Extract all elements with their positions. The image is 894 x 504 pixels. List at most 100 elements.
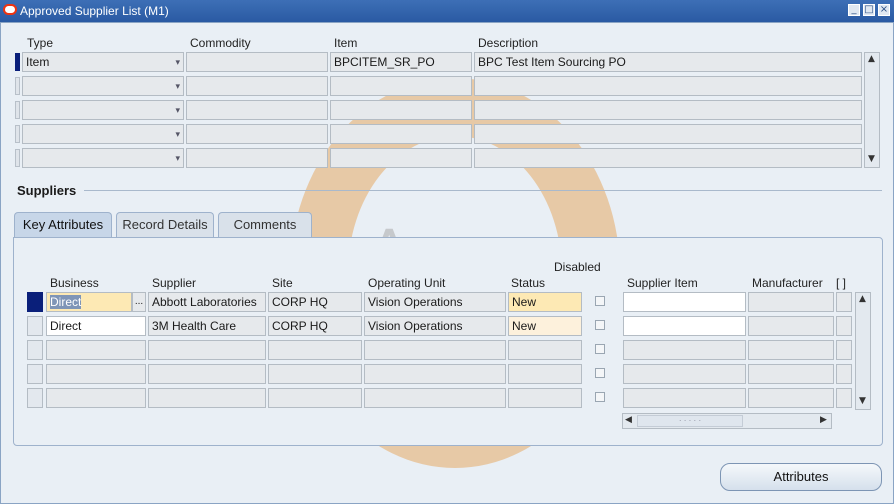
status-field[interactable]	[508, 340, 582, 360]
record-indicator[interactable]	[15, 77, 20, 95]
record-indicator[interactable]	[15, 125, 20, 143]
supplier-item-field[interactable]	[623, 388, 746, 408]
status-field[interactable]: New	[508, 316, 582, 336]
operating-unit-field[interactable]: Vision Operations	[364, 316, 506, 336]
commodity-field[interactable]	[186, 76, 328, 96]
manufacturer-field[interactable]	[748, 292, 834, 312]
scroll-down-arrow-icon[interactable]: ▼	[868, 154, 875, 164]
commodity-field[interactable]	[186, 52, 328, 72]
col-header-supplier: Supplier	[152, 276, 197, 290]
manufacturer-field[interactable]	[748, 340, 834, 360]
col-header-supplier-item: Supplier Item	[627, 276, 698, 290]
supplier-field[interactable]	[148, 388, 266, 408]
folder-column-cell[interactable]	[836, 388, 852, 408]
status-field[interactable]	[508, 388, 582, 408]
suppliers-horizontal-scrollbar[interactable]: ◀ · · · · · ▶	[622, 413, 832, 429]
suppliers-section-title: Suppliers	[17, 183, 77, 198]
tab-comments[interactable]: Comments	[218, 212, 312, 238]
site-field[interactable]	[268, 388, 362, 408]
lov-button[interactable]: ...	[132, 292, 146, 312]
operating-unit-field[interactable]	[364, 364, 506, 384]
disabled-checkbox[interactable]	[595, 368, 605, 378]
site-field[interactable]	[268, 340, 362, 360]
header-vertical-scrollbar[interactable]: ▲ ▼	[864, 52, 880, 168]
business-field[interactable]: Direct	[46, 292, 132, 312]
supplier-item-field[interactable]	[623, 316, 746, 336]
site-field[interactable]	[268, 364, 362, 384]
scroll-thumb[interactable]: · · · · ·	[637, 415, 743, 427]
supplier-item-field[interactable]	[623, 340, 746, 360]
item-field[interactable]: BPCITEM_SR_PO	[330, 52, 472, 72]
status-field[interactable]	[508, 364, 582, 384]
business-field[interactable]: Direct	[46, 316, 146, 336]
business-field[interactable]	[46, 340, 146, 360]
item-field[interactable]	[330, 148, 472, 168]
manufacturer-field[interactable]	[748, 388, 834, 408]
site-field[interactable]: CORP HQ	[268, 316, 362, 336]
disabled-checkbox[interactable]	[595, 296, 605, 306]
scroll-up-arrow-icon[interactable]: ▲	[859, 294, 866, 304]
description-field[interactable]: BPC Test Item Sourcing PO	[474, 52, 862, 72]
folder-tools-icon[interactable]: [ ]	[836, 276, 846, 290]
folder-column-cell[interactable]	[836, 292, 852, 312]
supplier-field[interactable]: Abbott Laboratories	[148, 292, 266, 312]
row-selector[interactable]	[27, 316, 43, 336]
description-field[interactable]	[474, 76, 862, 96]
type-combo[interactable]	[22, 100, 184, 120]
type-combo[interactable]	[22, 76, 184, 96]
folder-column-cell[interactable]	[836, 364, 852, 384]
business-field[interactable]	[46, 388, 146, 408]
disabled-checkbox[interactable]	[595, 392, 605, 402]
operating-unit-field[interactable]	[364, 388, 506, 408]
suppliers-vertical-scrollbar[interactable]: ▲ ▼	[855, 292, 871, 410]
commodity-field[interactable]	[186, 124, 328, 144]
site-field[interactable]: CORP HQ	[268, 292, 362, 312]
row-selector[interactable]	[27, 364, 43, 384]
attributes-button[interactable]: Attributes	[720, 463, 882, 491]
type-combo[interactable]	[22, 124, 184, 144]
minimize-button[interactable]: _	[848, 4, 860, 16]
record-indicator[interactable]	[15, 53, 20, 71]
business-field[interactable]	[46, 364, 146, 384]
commodity-field[interactable]	[186, 100, 328, 120]
folder-column-cell[interactable]	[836, 316, 852, 336]
scroll-down-arrow-icon[interactable]: ▼	[859, 396, 866, 406]
scroll-up-arrow-icon[interactable]: ▲	[868, 54, 875, 64]
scroll-left-arrow-icon[interactable]: ◀	[625, 415, 632, 425]
type-combo[interactable]	[22, 148, 184, 168]
operating-unit-field[interactable]	[364, 340, 506, 360]
row-selector[interactable]	[27, 388, 43, 408]
oracle-logo-icon	[3, 4, 17, 15]
operating-unit-field[interactable]: Vision Operations	[364, 292, 506, 312]
supplier-item-field[interactable]	[623, 364, 746, 384]
supplier-field[interactable]: 3M Health Care	[148, 316, 266, 336]
tab-record-details[interactable]: Record Details	[116, 212, 214, 238]
scroll-right-arrow-icon[interactable]: ▶	[820, 415, 827, 425]
close-button[interactable]: ×	[878, 4, 890, 16]
row-selector[interactable]	[27, 340, 43, 360]
supplier-item-field[interactable]	[623, 292, 746, 312]
type-combo[interactable]: Item	[22, 52, 184, 72]
tab-key-attributes[interactable]: Key Attributes	[14, 212, 112, 239]
disabled-checkbox[interactable]	[595, 344, 605, 354]
description-field[interactable]	[474, 148, 862, 168]
status-field[interactable]: New	[508, 292, 582, 312]
supplier-field[interactable]	[148, 340, 266, 360]
window-title: Approved Supplier List (M1)	[20, 4, 169, 18]
disabled-checkbox[interactable]	[595, 320, 605, 330]
manufacturer-field[interactable]	[748, 364, 834, 384]
item-field[interactable]	[330, 76, 472, 96]
row-selector[interactable]	[27, 292, 43, 312]
item-field[interactable]	[330, 124, 472, 144]
record-indicator[interactable]	[15, 149, 20, 167]
item-field[interactable]	[330, 100, 472, 120]
title-bar: Approved Supplier List (M1) _ □ ×	[0, 0, 894, 22]
record-indicator[interactable]	[15, 101, 20, 119]
commodity-field[interactable]	[186, 148, 328, 168]
manufacturer-field[interactable]	[748, 316, 834, 336]
supplier-field[interactable]	[148, 364, 266, 384]
description-field[interactable]	[474, 100, 862, 120]
maximize-button[interactable]: □	[863, 4, 875, 16]
folder-column-cell[interactable]	[836, 340, 852, 360]
description-field[interactable]	[474, 124, 862, 144]
